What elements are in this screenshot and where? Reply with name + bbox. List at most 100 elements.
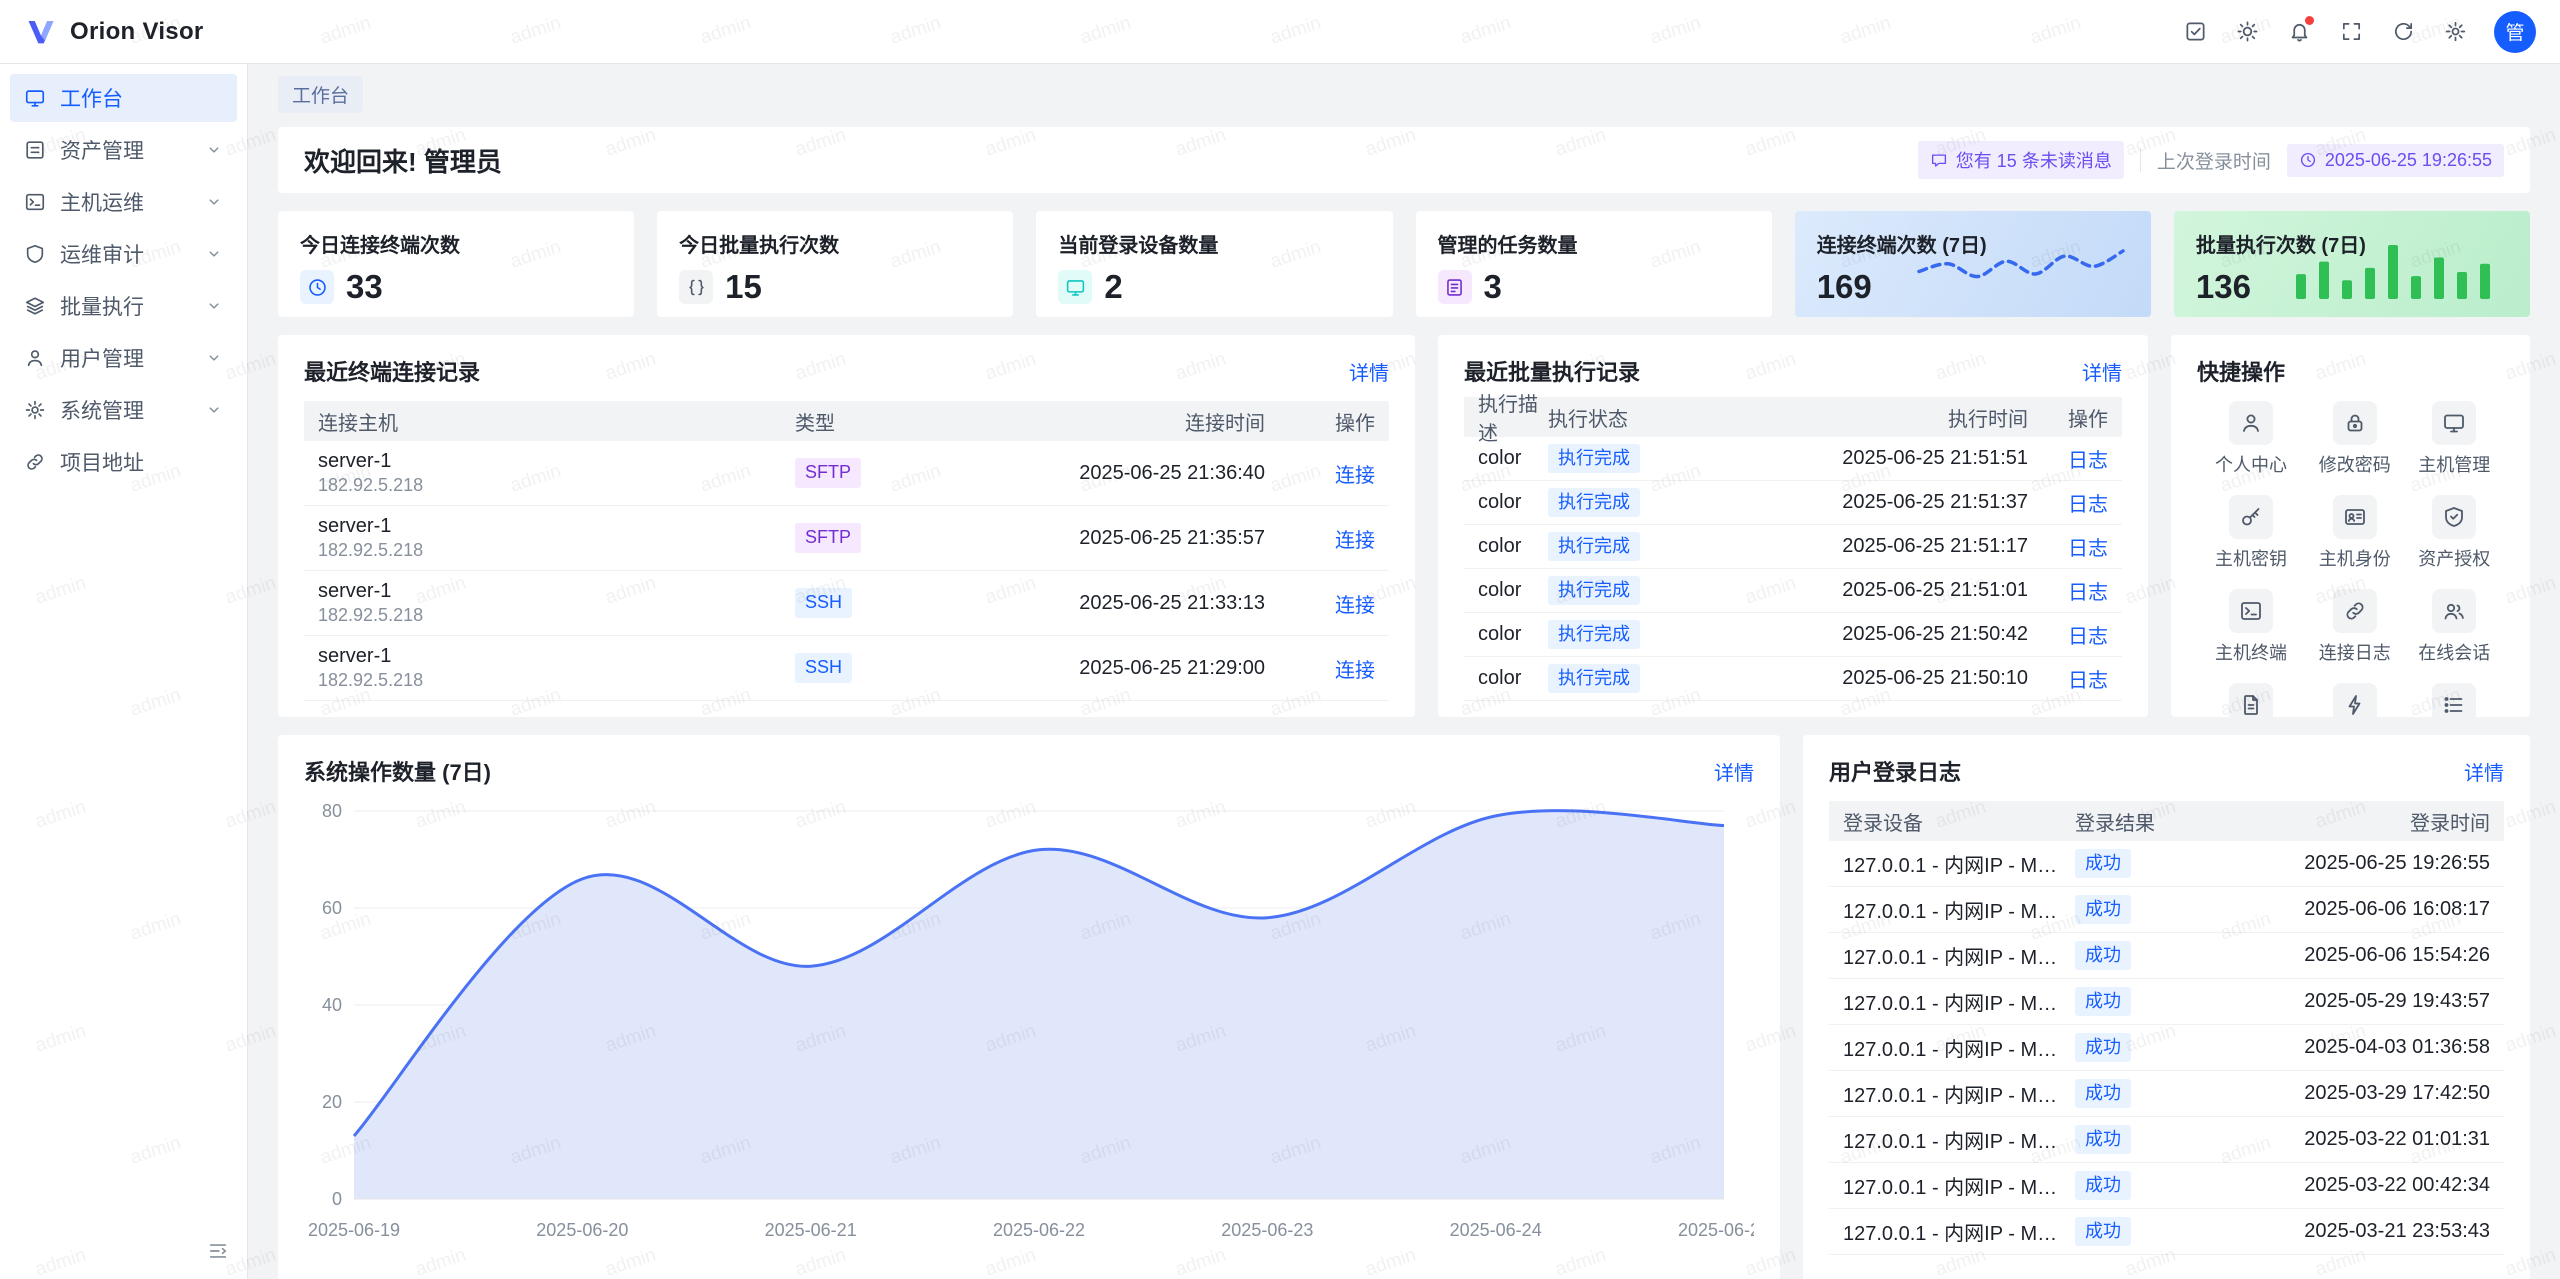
- batch-records-detail-link[interactable]: 详情: [2082, 357, 2122, 386]
- quick-action-change-password[interactable]: 修改密码: [2305, 397, 2405, 481]
- status-badge: 执行完成: [1548, 576, 1640, 605]
- quick-action-connection-logs[interactable]: 连接日志: [2305, 585, 2405, 669]
- notification-bell-icon[interactable]: [2278, 11, 2320, 53]
- quick-action-host-keys[interactable]: 主机密钥: [2197, 491, 2305, 575]
- connect-time: 2025-06-25 21:35:57: [945, 527, 1265, 550]
- exec-desc: color: [1478, 623, 1548, 646]
- chevron-down-icon: [205, 245, 223, 263]
- sidebar-item-label: 系统管理: [60, 395, 144, 425]
- last-login-label: 上次登录时间: [2157, 147, 2271, 174]
- sidebar-item-user-mgmt[interactable]: 用户管理: [10, 334, 237, 382]
- sidebar-item-project-url[interactable]: 项目地址: [10, 438, 237, 486]
- breadcrumb[interactable]: 工作台: [278, 76, 363, 113]
- notification-dot: [2305, 16, 2314, 25]
- quick-action-host-mgmt[interactable]: 主机管理: [2405, 397, 2505, 481]
- app-header: Orion Visor 管: [0, 0, 2560, 64]
- table-row: server-1182.92.5.218 SFTP 2025-06-25 21:…: [304, 441, 1389, 506]
- log-link[interactable]: 日志: [2068, 626, 2108, 648]
- login-logs-card: 用户登录日志 详情 登录设备 登录结果 登录时间 127.0.0.1 - 内网I…: [1803, 735, 2530, 1279]
- quick-action-host-identity[interactable]: 主机身份: [2305, 491, 2405, 575]
- chart-detail-link[interactable]: 详情: [1714, 757, 1754, 786]
- quick-action-online-sessions[interactable]: 在线会话: [2405, 585, 2505, 669]
- stat-card-managed-tasks: 管理的任务数量 3: [1416, 211, 1772, 317]
- stat-value: 169: [1817, 268, 1872, 306]
- col-header-type: 类型: [795, 407, 945, 436]
- log-link[interactable]: 日志: [2068, 538, 2108, 560]
- result-badge: 成功: [2075, 941, 2131, 970]
- col-header-time: 执行时间: [1738, 403, 2028, 432]
- sidebar-item-label: 运维审计: [60, 239, 144, 269]
- log-link[interactable]: 日志: [2068, 670, 2108, 692]
- header-actions: 管: [2174, 11, 2536, 53]
- sidebar-item-system-mgmt[interactable]: 系统管理: [10, 386, 237, 434]
- exec-desc: color: [1478, 667, 1548, 690]
- svg-text:20: 20: [322, 1092, 342, 1112]
- table-row: color 执行完成 2025-06-25 21:51:51 日志: [1464, 437, 2122, 481]
- page: Orion Visor 管 工作台 资产管理 主机运维: [0, 0, 2560, 1279]
- chevron-down-icon: [205, 297, 223, 315]
- table-row: color 执行完成 2025-06-25 21:51:17 日志: [1464, 525, 2122, 569]
- result-badge: 成功: [2075, 1125, 2131, 1154]
- unread-messages-badge[interactable]: 您有 15 条未读消息: [1918, 141, 2124, 179]
- login-device: 127.0.0.1 - 内网IP - Mozilla/5.0 (Windows …: [1843, 1079, 2075, 1108]
- menu-fold-icon: [207, 1240, 229, 1262]
- login-logs-detail-link[interactable]: 详情: [2464, 757, 2504, 786]
- theme-sun-icon[interactable]: [2226, 11, 2268, 53]
- host-name: server-1: [318, 580, 795, 603]
- quick-action-exec-logs[interactable]: 执行日志: [2405, 679, 2505, 717]
- col-header-action: 操作: [1265, 407, 1375, 436]
- log-link[interactable]: 日志: [2068, 450, 2108, 472]
- stat-label: 今日批量执行次数: [679, 229, 991, 258]
- svg-text:2025-06-19: 2025-06-19: [308, 1220, 400, 1240]
- sidebar-item-batch-exec[interactable]: 批量执行: [10, 282, 237, 330]
- chart-title: 系统操作数量 (7日): [304, 755, 491, 787]
- log-link[interactable]: 日志: [2068, 582, 2108, 604]
- table-row: 127.0.0.1 - 内网IP - Mozilla/5.0 (Windows …: [1829, 979, 2504, 1025]
- terminal-records-detail-link[interactable]: 详情: [1349, 357, 1389, 386]
- sidebar-item-workbench[interactable]: 工作台: [10, 74, 237, 122]
- connect-link[interactable]: 连接: [1335, 595, 1375, 617]
- batch-stack-icon: [24, 295, 46, 317]
- login-time: 2025-03-21 23:53:43: [2205, 1220, 2490, 1243]
- quick-action-asset-auth[interactable]: 资产授权: [2405, 491, 2505, 575]
- check-square-icon[interactable]: [2174, 11, 2216, 53]
- last-login-time: 2025-06-25 19:26:55: [2325, 150, 2492, 171]
- quick-action-file-op-logs[interactable]: 文件操作日志: [2197, 679, 2305, 717]
- fullscreen-icon[interactable]: [2330, 11, 2372, 53]
- table-row: 127.0.0.1 - 内网IP - Mozilla/5.0 (Windows …: [1829, 1117, 2504, 1163]
- settings-gear-icon[interactable]: [2434, 11, 2476, 53]
- quick-action-host-terminal[interactable]: 主机终端: [2197, 585, 2305, 669]
- sidebar-item-assets[interactable]: 资产管理: [10, 126, 237, 174]
- log-link[interactable]: 日志: [2068, 494, 2108, 516]
- login-time: 2025-04-03 01:36:58: [2205, 1036, 2490, 1059]
- table-row: 127.0.0.1 - 内网IP - Mozilla/5.0 (Windows …: [1829, 1071, 2504, 1117]
- quick-action-personal-center[interactable]: 个人中心: [2197, 397, 2305, 481]
- user-avatar[interactable]: 管: [2494, 11, 2536, 53]
- svg-text:2025-06-23: 2025-06-23: [1221, 1220, 1313, 1240]
- connect-time: 2025-06-25 21:33:13: [945, 592, 1265, 615]
- svg-text:2025-06-25: 2025-06-25: [1678, 1220, 1754, 1240]
- quick-action-command-exec[interactable]: 命令执行: [2305, 679, 2405, 717]
- host-ip: 182.92.5.218: [318, 475, 795, 496]
- svg-text:2025-06-22: 2025-06-22: [993, 1220, 1085, 1240]
- sidebar-item-host-ops[interactable]: 主机运维: [10, 178, 237, 226]
- sidebar-item-ops-audit[interactable]: 运维审计: [10, 230, 237, 278]
- stat-value: 3: [1484, 268, 1502, 306]
- batch-7d-sparkline: [2288, 239, 2512, 303]
- device-monitor-icon: [1058, 270, 1092, 304]
- quick-action-label: 修改密码: [2319, 451, 2391, 477]
- status-badge: 执行完成: [1548, 444, 1640, 473]
- stat-label: 当前登录设备数量: [1058, 229, 1370, 258]
- connect-link[interactable]: 连接: [1335, 660, 1375, 682]
- login-device: 127.0.0.1 - 内网IP - Mozilla/5.0 (Windows …: [1843, 1171, 2075, 1200]
- connect-link[interactable]: 连接: [1335, 465, 1375, 487]
- connect-link[interactable]: 连接: [1335, 530, 1375, 552]
- quick-actions-card: 快捷操作 个人中心 修改密码 主机管理 主机密钥 主机身份 资产授权 主机终端 …: [2171, 335, 2530, 717]
- sidebar-collapse-button[interactable]: [201, 1235, 235, 1269]
- table-row: 127.0.0.1 - 内网IP - Mozilla/5.0 (Windows …: [1829, 841, 2504, 887]
- table-row: color 执行完成 2025-06-25 21:50:10 日志: [1464, 657, 2122, 701]
- table-row: server-1182.92.5.218 SFTP 2025-06-25 21:…: [304, 506, 1389, 571]
- refresh-icon[interactable]: [2382, 11, 2424, 53]
- quick-actions-grid: 个人中心 修改密码 主机管理 主机密钥 主机身份 资产授权 主机终端 连接日志 …: [2197, 397, 2504, 717]
- table-row: color 执行完成 2025-06-25 21:51:37 日志: [1464, 481, 2122, 525]
